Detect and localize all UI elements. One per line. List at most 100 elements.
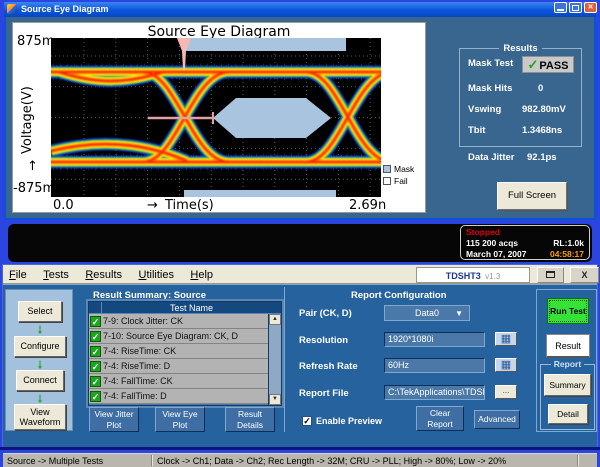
refresh-rate-label: Refresh Rate: [299, 361, 358, 372]
scroll-down-icon[interactable]: ▼: [269, 394, 281, 405]
enable-preview-label: Enable Preview: [316, 416, 382, 426]
run-test-button[interactable]: Run Test: [547, 298, 589, 324]
pass-check-icon: ✓: [90, 391, 101, 402]
brand-name: TDSHT3: [446, 271, 481, 281]
full-screen-button[interactable]: Full Screen: [497, 182, 567, 210]
view-jitter-plot-button[interactable]: View Jitter Plot: [89, 407, 139, 432]
mask-test-label: Mask Test: [468, 58, 513, 69]
status-bar: Source -> Multiple Tests Clock -> Ch1; D…: [3, 453, 597, 467]
brand-version: v1.3: [485, 272, 500, 281]
status-separator: [577, 455, 579, 466]
x-axis-label: Time(s): [165, 198, 214, 213]
acquisition-strip: Stopped 115 200 acqs RL:1.0k March 07, 2…: [8, 224, 592, 262]
acq-count: 115 200 acqs: [466, 238, 518, 249]
results-title: Results: [460, 43, 581, 54]
acq-status: Stopped: [466, 227, 584, 238]
clear-report-button[interactable]: Clear Report: [416, 406, 464, 431]
pair-dropdown[interactable]: Data0 ▼: [384, 305, 470, 321]
status-config: Clock -> Ch1; Data -> Ch2; Rec Length ->…: [157, 456, 573, 466]
pass-check-icon: ✓: [90, 331, 101, 342]
detail-button[interactable]: Detail: [548, 404, 588, 424]
tbit-label: Tbit: [468, 125, 485, 136]
window-titlebar[interactable]: Source Eye Diagram ✕: [4, 2, 596, 17]
mask-legend-swatch: [383, 165, 391, 173]
mask-hits-value: 0: [538, 83, 543, 94]
menu-bar: File Tests Results Utilities Help TDSHT3…: [3, 265, 597, 284]
fail-legend-swatch: [383, 177, 391, 185]
eye-diagram-plot[interactable]: [51, 38, 381, 197]
resolution-input[interactable]: 1920*1080i: [384, 332, 485, 347]
menu-utilities[interactable]: Utilities: [133, 266, 180, 281]
enable-preview-option[interactable]: ✓ Enable Preview: [302, 416, 382, 426]
checkbox-checked-icon[interactable]: ✓: [302, 416, 312, 426]
vswing-label: Vswing: [468, 104, 501, 115]
browse-button[interactable]: ...: [495, 385, 517, 399]
pass-check-icon: ✓: [90, 376, 101, 387]
flow-arrow-icon: ↓: [32, 358, 48, 370]
pass-check-icon: ✓: [527, 57, 538, 72]
result-summary-table: Test Name ✓7-9: Clock Jitter: CK ✓7-10: …: [88, 301, 282, 406]
results-groupbox: Results Mask Test ✓PASS Mask Hits 0 Vswi…: [459, 48, 582, 147]
summary-button[interactable]: Summary: [544, 374, 591, 396]
menu-results[interactable]: Results: [79, 266, 128, 281]
switch-window-button[interactable]: [537, 267, 564, 283]
acq-date: March 07, 2007: [466, 249, 526, 260]
fail-legend-label: Fail: [394, 176, 408, 186]
pair-label: Pair (CK, D): [299, 308, 352, 319]
advanced-button[interactable]: Advanced: [474, 410, 520, 429]
pass-check-icon: ✓: [90, 361, 101, 372]
report-file-input[interactable]: C:\TekApplications\TDSHT: [384, 385, 485, 400]
table-row[interactable]: ✓7-10: Source Eye Diagram: CK, D: [89, 329, 268, 344]
configure-button[interactable]: Configure: [14, 336, 66, 357]
result-details-button[interactable]: Result Details: [225, 407, 275, 432]
report-group-label: Report: [541, 359, 594, 369]
chevron-down-icon: ▼: [455, 306, 463, 322]
tbit-value: 1.3468ns: [522, 125, 562, 136]
keypad-icon[interactable]: ▦: [495, 358, 517, 372]
y-axis-min-label: -875m: [13, 181, 55, 196]
select-button[interactable]: Select: [18, 301, 62, 322]
table-row[interactable]: ✓7-4: RiseTime: CK: [89, 344, 268, 359]
minimize-button[interactable]: [554, 2, 567, 13]
flow-arrow-icon: ↓: [32, 392, 48, 404]
close-button[interactable]: ✕: [584, 2, 597, 13]
status-separator: [151, 455, 153, 466]
record-length: RL:1.0k: [553, 238, 584, 249]
report-groupbox: Report Summary Detail: [540, 364, 595, 430]
workflow-panel: Select ↓ Configure ↓ Connect ↓ View Wave…: [5, 289, 73, 431]
window-icon: [546, 271, 555, 278]
keypad-icon[interactable]: ▦: [495, 332, 517, 346]
status-source: Source -> Multiple Tests: [3, 456, 147, 466]
view-waveform-button[interactable]: View Waveform: [14, 404, 66, 430]
connect-button[interactable]: Connect: [16, 370, 64, 391]
table-header: Test Name: [89, 302, 281, 314]
mask-hits-label: Mask Hits: [468, 83, 512, 94]
table-scrollbar[interactable]: ▲ ▼: [268, 314, 281, 405]
column-header-test-name: Test Name: [102, 302, 281, 313]
action-panel: Run Test Result Report Summary Detail: [536, 289, 597, 432]
mask-test-status-badge: ✓PASS: [522, 56, 574, 73]
maximize-button[interactable]: [569, 2, 582, 13]
report-config-title: Report Configuration: [351, 290, 447, 301]
data-jitter-value: 92.1ps: [527, 152, 557, 163]
table-row[interactable]: ✓7-4: FallTime: CK: [89, 374, 268, 389]
menu-tests[interactable]: Tests: [37, 266, 75, 281]
acq-time: 04:58:17: [550, 249, 584, 260]
menu-help[interactable]: Help: [184, 266, 219, 281]
eye-plot-panel: Source Eye Diagram 875m Voltage(V) ↑ -87…: [12, 22, 426, 213]
x-axis-arrow-icon: →: [147, 198, 158, 213]
pass-check-icon: ✓: [90, 346, 101, 357]
result-button[interactable]: Result: [546, 334, 590, 358]
view-eye-plot-button[interactable]: View Eye Plot: [155, 407, 205, 432]
scroll-up-icon[interactable]: ▲: [269, 314, 281, 325]
result-summary-title: Result Summary: Source: [93, 290, 206, 301]
app-close-button[interactable]: X: [570, 267, 599, 283]
eye-diagram-window: Source Eye Diagram ✕ Source Eye Diagram …: [4, 2, 596, 220]
table-row[interactable]: ✓7-4: RiseTime: D: [89, 359, 268, 374]
app-brand-badge: TDSHT3 v1.3: [416, 267, 530, 283]
table-row[interactable]: ✓7-9: Clock Jitter: CK: [89, 314, 268, 329]
table-row[interactable]: ✓7-4: FallTime: D: [89, 389, 268, 404]
main-panel: Select ↓ Configure ↓ Connect ↓ View Wave…: [3, 284, 597, 433]
menu-file[interactable]: File: [3, 266, 33, 281]
refresh-rate-input[interactable]: 60Hz: [384, 358, 485, 373]
